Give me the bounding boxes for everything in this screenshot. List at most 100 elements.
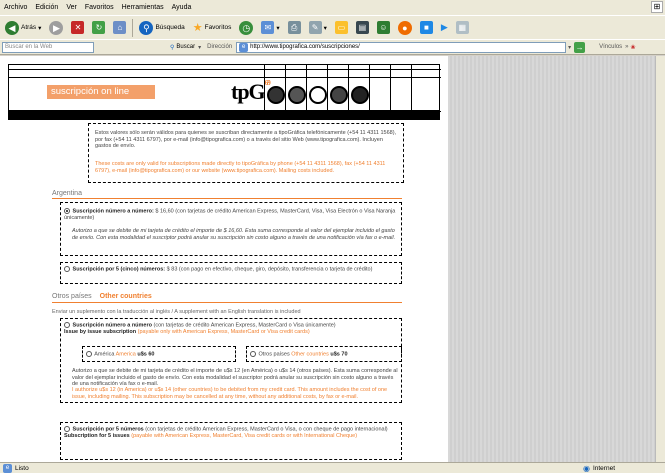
menu-archivo[interactable]: Archivo (4, 4, 27, 11)
issue-title: Suscripción número a número (72, 322, 152, 329)
menu-edicion[interactable]: Edición (35, 4, 58, 11)
mail-icon: ✉ (261, 21, 275, 34)
option2-title: Suscripción por 5 (cinco) números: (72, 266, 166, 273)
vertical-scrollbar[interactable] (655, 56, 665, 462)
play-button[interactable]: ▶ (439, 18, 450, 38)
search-button[interactable]: ⚲ Búsqueda (137, 18, 186, 38)
stop-button[interactable]: ✕ (69, 18, 86, 38)
others-price: u$s 70 (330, 351, 348, 358)
address-label: Dirección (207, 44, 233, 50)
others-es: Otros países (258, 351, 290, 358)
play-icon: ▶ (440, 22, 448, 32)
dropdown-arrow-icon: ▾ (276, 24, 280, 32)
book-icon: ▤ (355, 21, 369, 34)
buscar-button[interactable]: Buscar (176, 44, 195, 50)
five-radio[interactable] (64, 426, 70, 432)
nav-circle-icon-5[interactable] (351, 86, 369, 104)
nav-circle-icon-4[interactable] (330, 86, 348, 104)
address-dropdown-icon[interactable]: ▾ (568, 44, 571, 51)
address-bar-row: Buscar en la Web ⚲ Buscar ▾ Dirección e … (0, 39, 665, 55)
history-icon: ◷ (239, 20, 254, 35)
america-es: América (94, 351, 115, 358)
tpg-logo: tpG69 (231, 79, 271, 105)
other-label-es: Otros países (52, 293, 92, 300)
print-icon: ⎙ (287, 21, 301, 34)
favorites-button[interactable]: ★ Favoritos (191, 18, 234, 38)
section-rule (52, 302, 402, 303)
america-price: u$s 60 (137, 351, 155, 358)
menu-herramientas[interactable]: Herramientas (122, 4, 164, 11)
links-label[interactable]: Vínculos (599, 44, 622, 50)
windows-media-button[interactable]: ■ (418, 18, 435, 38)
chevron-right-icon[interactable]: » (625, 44, 628, 50)
refresh-button[interactable]: ↻ (90, 18, 107, 38)
issue-auth-en: I authorize u$s 12 (in America) or u$s 1… (72, 387, 388, 400)
empty-page-area (448, 56, 665, 462)
history-button[interactable]: ◷ (237, 18, 255, 38)
print-button[interactable]: ⎙ (286, 18, 303, 38)
zone-indicator: ◉ Internet (583, 464, 615, 473)
translation-note: Enviar un suplemento con la traducción a… (52, 309, 301, 315)
menu-bar: Archivo Edición Ver Favoritos Herramient… (0, 0, 665, 15)
black-bar (8, 110, 440, 120)
issue-auth-es: Autorizo a que se debite de mi tarjeta d… (72, 368, 398, 387)
toolbar: ◀ Atrás ▾ ▶ ✕ ↻ ⌂ ⚲ Búsqueda ★ Favoritos… (0, 15, 665, 39)
option1-auth: Autorizo a que se debite de mi tarjeta d… (72, 228, 396, 241)
page-content: suscripción on line tpG69 Estos valores … (0, 56, 448, 462)
address-url: http://www.tipografica.com/suscripciones… (250, 44, 360, 50)
option2-radio[interactable] (64, 266, 70, 272)
dropdown-arrow-icon: ▾ (198, 44, 202, 51)
menu-ver[interactable]: Ver (66, 4, 77, 11)
home-button[interactable]: ⌂ (111, 18, 128, 38)
intro-text-es: Estos valores sólo serán válidos para qu… (95, 130, 397, 149)
folder-button[interactable]: ▭ (333, 18, 350, 38)
nav-circle-icon-1[interactable] (267, 86, 285, 104)
back-button[interactable]: ◀ Atrás ▾ (3, 18, 43, 38)
go-icon[interactable]: → (574, 41, 586, 53)
five-row: Suscripción por 5 números (con tarjetas … (64, 426, 398, 439)
media-icon: ● (397, 20, 412, 35)
option1-title: Suscripción número a número: (72, 208, 154, 215)
nav-globe-icon[interactable] (288, 86, 306, 104)
section-rule (52, 198, 402, 199)
edit-button[interactable]: ✎ ▾ (307, 18, 329, 38)
option1-radio[interactable] (64, 208, 70, 214)
issue-row: Suscripción número a número (con tarjeta… (64, 322, 398, 335)
dropdown-arrow-icon: ▾ (323, 24, 327, 32)
home-icon: ⌂ (113, 21, 127, 34)
logo-text: tpG (231, 79, 266, 104)
argentina-label: Argentina (52, 190, 82, 197)
five-title: Suscripción por 5 números (72, 426, 144, 433)
research-button[interactable]: ▤ (354, 18, 371, 38)
america-en: America (115, 351, 136, 358)
search-icon: ⚲ (139, 20, 154, 35)
media-button[interactable]: ● (396, 18, 414, 38)
menu-favoritos[interactable]: Favoritos (85, 4, 114, 11)
subscription-title: suscripción on line (47, 85, 155, 99)
issue-text-en: (payable only with American Express, Mas… (137, 328, 310, 335)
america-radio[interactable] (86, 351, 92, 357)
issue-radio[interactable] (64, 322, 70, 328)
messenger-button[interactable]: ☺ (375, 18, 392, 38)
forward-arrow-icon: ▶ (49, 20, 64, 35)
forward-button[interactable]: ▶ (47, 18, 65, 38)
nav-rings-icon[interactable] (309, 86, 327, 104)
edit-icon: ✎ (308, 21, 322, 34)
extension-icon[interactable]: ❀ (631, 44, 636, 51)
windows-flag-icon: ■ (419, 21, 433, 34)
back-label: Atrás (21, 24, 37, 31)
issue-title-en: Issue by issue subscription (64, 328, 137, 335)
refresh-icon: ↻ (92, 21, 106, 34)
page-status-icon: e (3, 463, 12, 473)
star-icon: ★ (192, 22, 203, 34)
others-radio[interactable] (250, 351, 256, 357)
favorites-label: Favoritos (204, 24, 232, 31)
search-icon: ⚲ (170, 44, 175, 51)
web-search-input[interactable]: Buscar en la Web (2, 41, 94, 53)
option2-row: Suscripción por 5 (cinco) números: $ 83 … (64, 266, 398, 273)
address-input[interactable]: e http://www.tipografica.com/suscripcion… (236, 41, 567, 53)
five-text-en: (payable with American Express, MasterCa… (131, 432, 358, 439)
calc-button[interactable]: ▦ (454, 18, 471, 38)
menu-ayuda[interactable]: Ayuda (172, 4, 192, 11)
mail-button[interactable]: ✉ ▾ (259, 18, 281, 38)
